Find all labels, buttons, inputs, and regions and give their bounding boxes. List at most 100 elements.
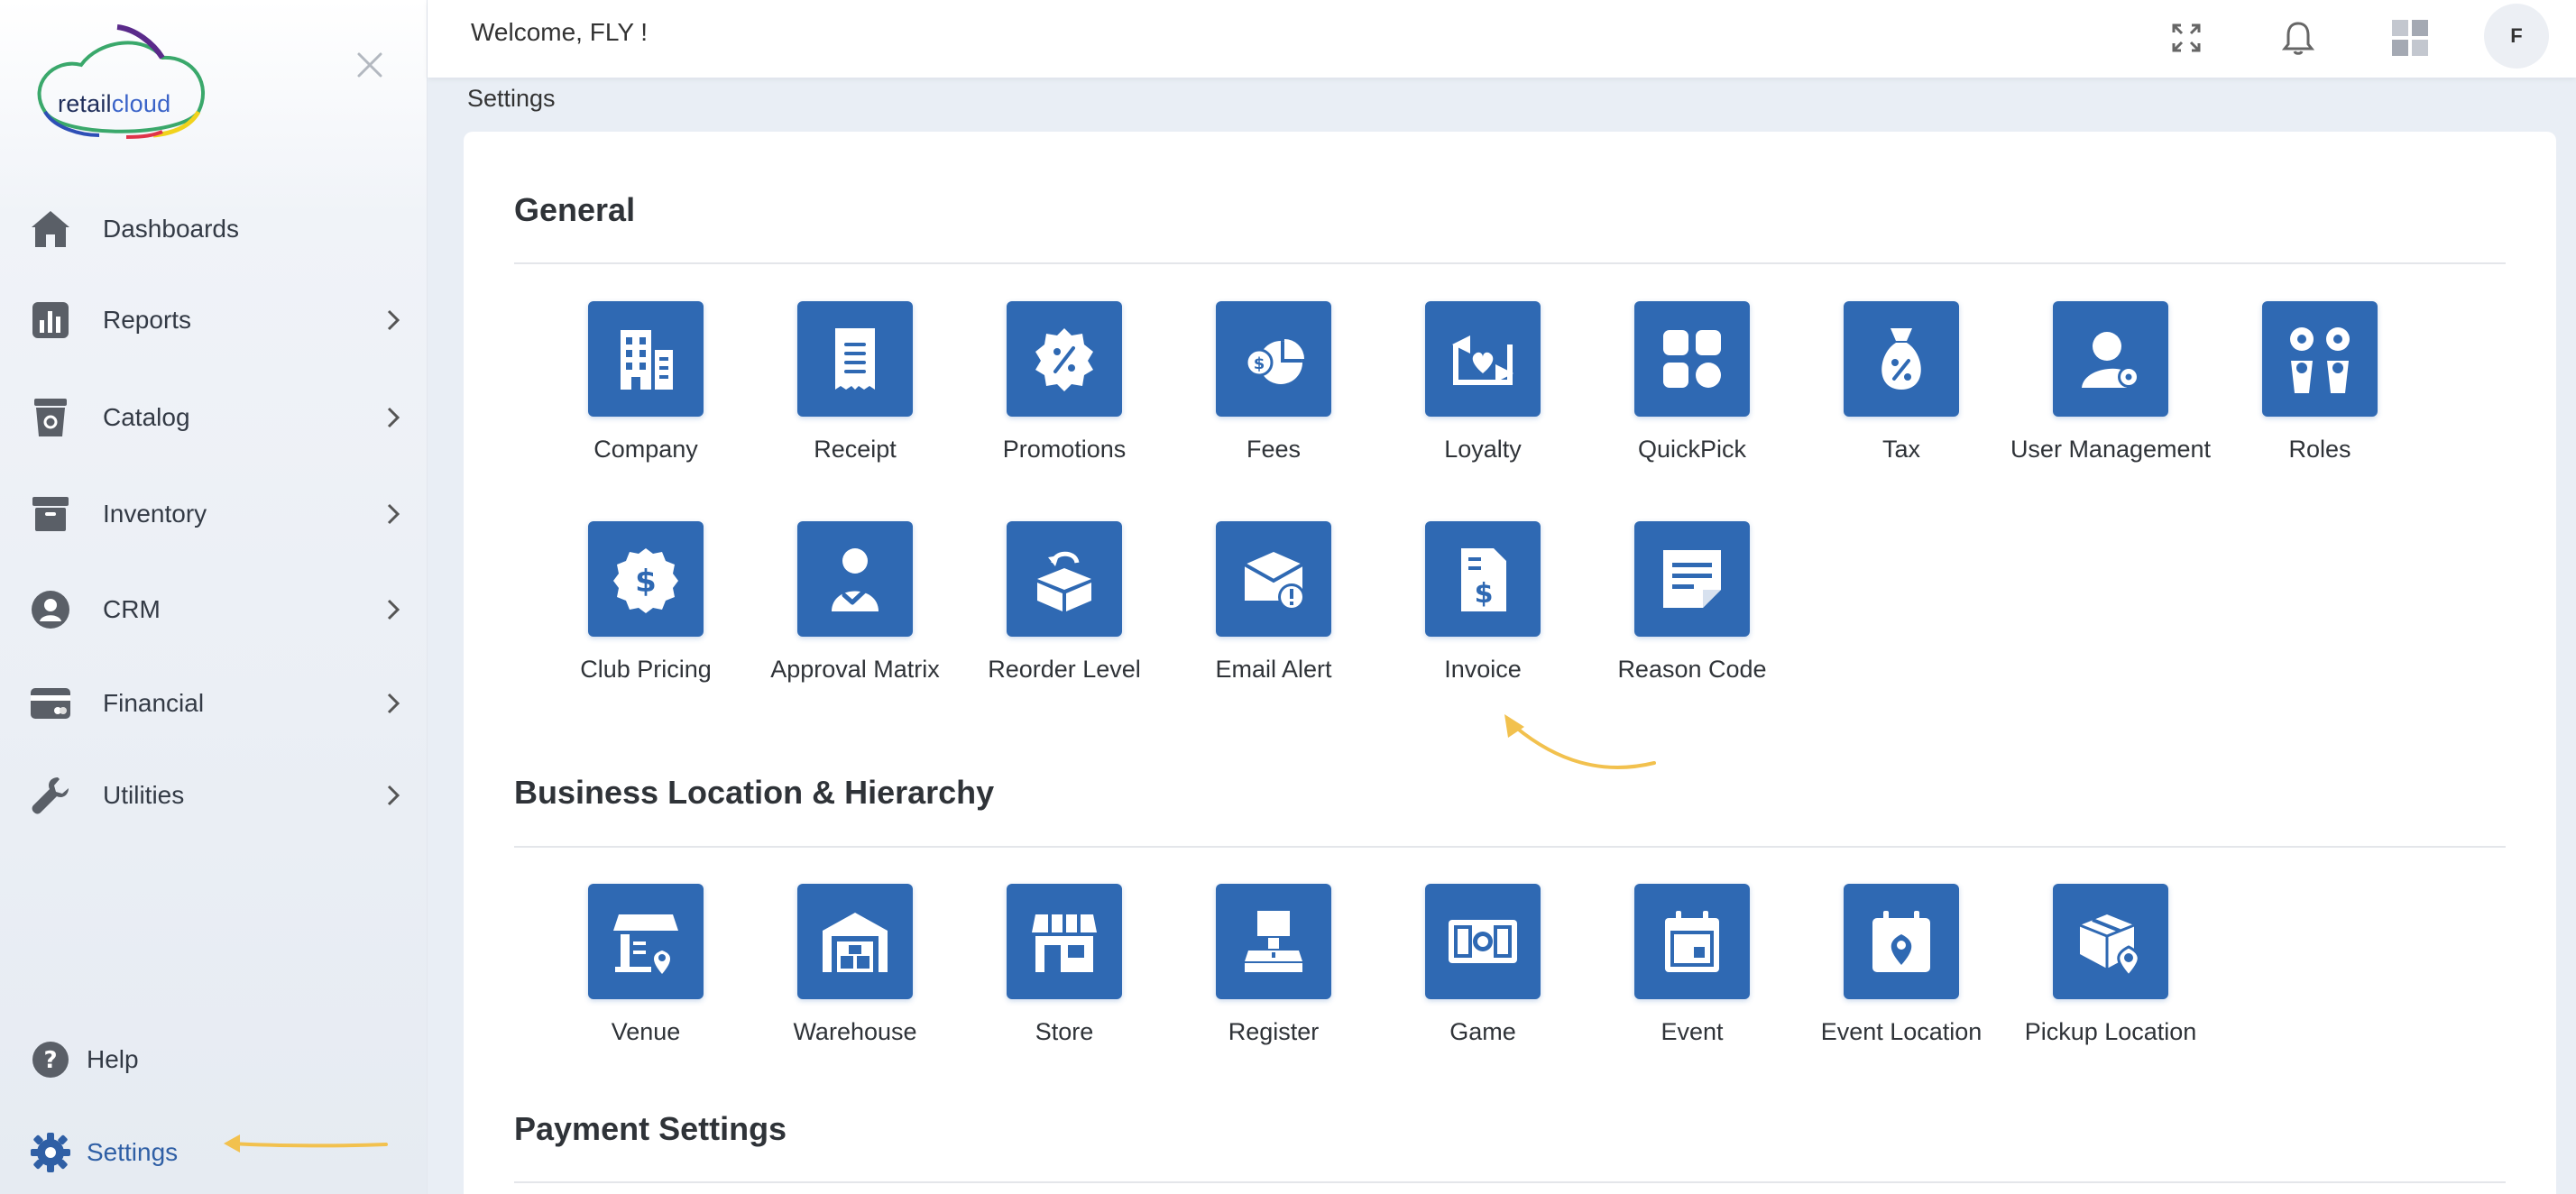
register-icon [1216,884,1331,999]
tile-label: Event [1661,1018,1724,1045]
retailcloud-logo[interactable]: retailcloud [27,22,213,148]
tile-roles[interactable]: Roles [2215,301,2424,482]
loyalty-icon [1425,301,1541,417]
tile-company[interactable]: Company [541,301,750,482]
tile-receipt[interactable]: Receipt [750,301,960,482]
tile-label: Invoice [1444,656,1522,683]
club-pricing-icon: $ [588,521,704,637]
crm-icon [29,588,72,631]
bell-icon[interactable] [2277,16,2320,60]
tile-label: Tax [1881,436,1921,463]
invoice-icon: $ [1425,521,1541,637]
archive-icon [29,492,72,536]
section-title-general: General [514,191,636,228]
sidebar: retailcloud Dashboards Reports Catalog I… [0,0,428,1194]
sidebar-item-help[interactable]: ? Help [0,1019,428,1100]
sidebar-item-label: Reports [103,306,192,334]
tax-bag-icon [1844,301,1959,417]
sidebar-item-label: Utilities [103,781,185,809]
credit-card-icon [29,682,72,725]
roles-icon [2262,301,2378,417]
tile-label: Fees [1246,436,1302,463]
tile-label: Event Location [1820,1018,1983,1045]
reorder-box-icon [1007,521,1122,637]
tile-promotions[interactable]: Promotions [960,301,1169,482]
sidebar-item-label: Help [87,1045,139,1073]
section-title-business-location: Business Location & Hierarchy [514,774,995,811]
catalog-icon [29,396,72,439]
sidebar-item-financial[interactable]: Financial [0,663,428,744]
sidebar-item-label: Dashboards [103,215,239,243]
avatar[interactable]: F [2484,4,2549,69]
tile-label: Reorder Level [988,656,1141,683]
sidebar-item-crm[interactable]: CRM [0,569,428,650]
tile-invoice[interactable]: $ Invoice [1378,521,1587,702]
tile-event-location[interactable]: Event Location [1797,884,2006,1064]
chevron-right-icon [387,599,400,620]
logo-text-cloud: cloud [111,90,171,117]
fees-icon: $ [1216,301,1331,417]
calendar-icon [1634,884,1750,999]
tile-reason-code[interactable]: Reason Code [1587,521,1797,702]
pickup-location-icon [2053,884,2168,999]
tile-label: Reason Code [1617,656,1767,683]
sidebar-item-catalog[interactable]: Catalog [0,377,428,458]
tile-club-pricing[interactable]: $ Club Pricing [541,521,750,702]
tile-approval-matrix[interactable]: Approval Matrix [750,521,960,702]
tile-event[interactable]: Event [1587,884,1797,1064]
quickpick-grid-icon [1634,301,1750,417]
svg-text:$: $ [1254,354,1265,373]
sidebar-item-label: Settings [87,1138,179,1166]
home-icon [29,207,72,251]
game-field-icon [1425,884,1541,999]
sidebar-item-reports[interactable]: Reports [0,280,428,361]
tile-venue[interactable]: Venue [541,884,750,1064]
apps-grid-icon[interactable] [2388,16,2432,60]
sidebar-item-utilities[interactable]: Utilities [0,755,428,836]
welcome-text: Welcome, FLY ! [471,18,649,46]
tile-label: QuickPick [1637,436,1747,463]
company-icon [588,301,704,417]
divider [514,262,2506,264]
sidebar-item-label: Financial [103,689,205,717]
tile-game[interactable]: Game [1378,884,1587,1064]
tile-register[interactable]: Register [1169,884,1378,1064]
warehouse-icon [797,884,913,999]
tile-quickpick[interactable]: QuickPick [1587,301,1797,482]
tile-loyalty[interactable]: Loyalty [1378,301,1587,482]
chevron-right-icon [387,503,400,525]
sidebar-item-dashboards[interactable]: Dashboards [0,188,428,270]
tile-pickup-location[interactable]: Pickup Location [2006,884,2215,1064]
tile-email-alert[interactable]: Email Alert [1169,521,1378,702]
venue-icon [588,884,704,999]
wrench-icon [29,774,72,817]
tile-label: Store [1035,1018,1094,1045]
fullscreen-icon[interactable] [2165,16,2208,60]
store-icon [1007,884,1122,999]
tile-label: Roles [2288,436,2351,463]
reason-code-note-icon [1634,521,1750,637]
tile-label: Company [593,436,698,463]
tile-label: Approval Matrix [770,656,940,683]
gear-icon [29,1131,72,1174]
close-sidebar-icon[interactable] [350,45,390,85]
tile-fees[interactable]: $ Fees [1169,301,1378,482]
svg-text:$: $ [1475,578,1494,610]
logo-text-retail: retail [58,90,112,117]
divider [514,1181,2506,1183]
chevron-right-icon [387,309,400,331]
promotion-badge-icon [1007,301,1122,417]
tile-label: Email Alert [1215,656,1332,683]
tile-reorder-level[interactable]: Reorder Level [960,521,1169,702]
sidebar-item-label: Catalog [103,403,190,431]
tile-warehouse[interactable]: Warehouse [750,884,960,1064]
tile-user-management[interactable]: User Management [2006,301,2215,482]
tile-tax[interactable]: Tax [1797,301,2006,482]
chevron-right-icon [387,407,400,428]
bar-chart-icon [29,298,72,342]
tile-label: Club Pricing [580,656,712,683]
tile-store[interactable]: Store [960,884,1169,1064]
svg-text:?: ? [43,1047,57,1074]
sidebar-item-inventory[interactable]: Inventory [0,473,428,555]
event-location-icon [1844,884,1959,999]
